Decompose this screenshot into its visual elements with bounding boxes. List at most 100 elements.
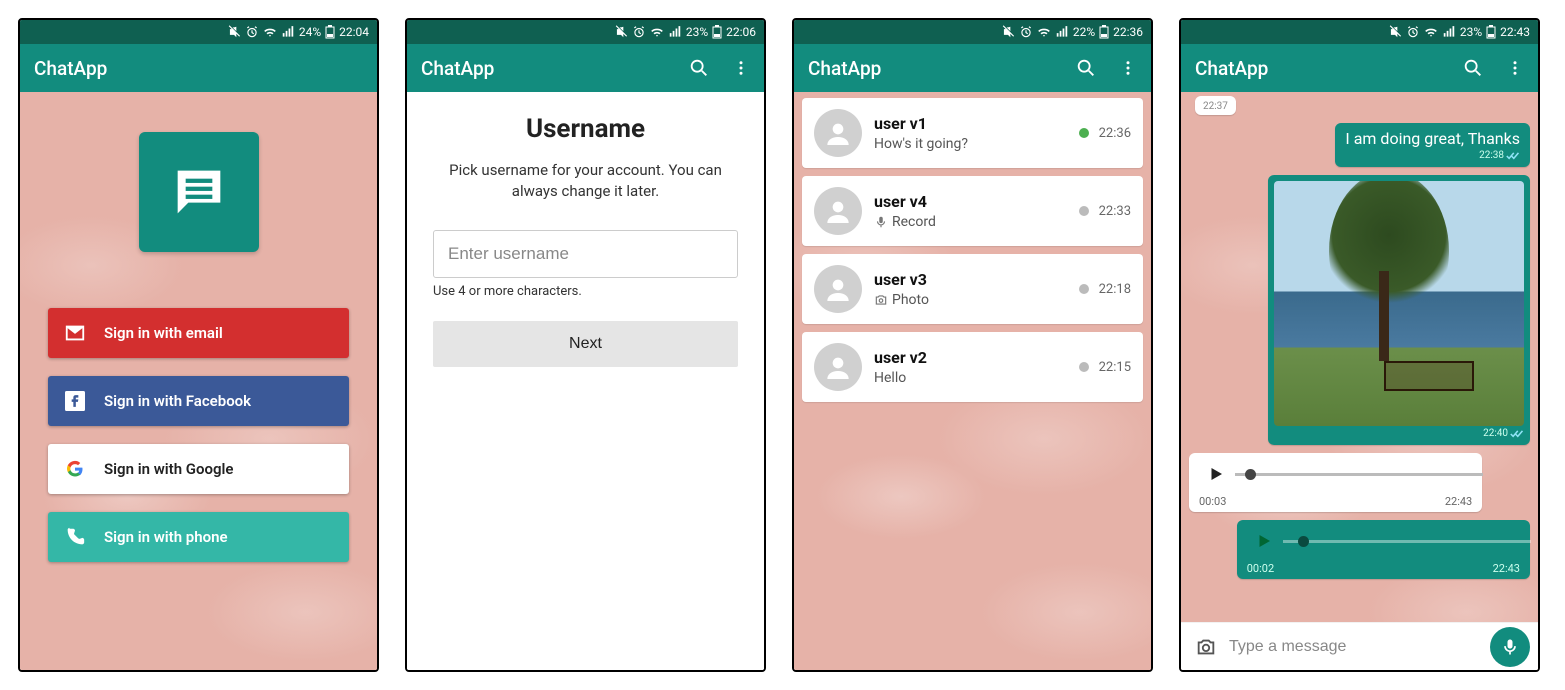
signal-icon <box>1055 25 1069 39</box>
avatar <box>814 109 862 157</box>
presence-indicator <box>1079 284 1089 294</box>
message-timestamp: 22:38 <box>1479 150 1504 161</box>
chat-time: 22:15 <box>1099 360 1131 375</box>
phone-username: 23% 22:06 ChatApp Username Pick username… <box>405 18 766 672</box>
chat-row[interactable]: user v2 Hello 22:15 <box>802 332 1143 402</box>
signin-email-label: Sign in with email <box>104 324 223 342</box>
audio-seekbar[interactable] <box>1235 473 1483 476</box>
action-bar: ChatApp <box>407 44 764 92</box>
play-icon[interactable] <box>1207 465 1225 483</box>
clock: 22:43 <box>1500 25 1530 39</box>
google-icon <box>64 458 86 480</box>
app-title: ChatApp <box>1195 57 1268 80</box>
username-input[interactable] <box>433 230 738 278</box>
phone-chatlist: 22% 22:36 ChatApp user v1 How's it going… <box>792 18 1153 672</box>
username-description: Pick username for your account. You can … <box>433 160 738 202</box>
chat-row[interactable]: user v1 How's it going?22:36 <box>802 98 1143 168</box>
chat-preview: How's it going? <box>874 136 1067 152</box>
battery-icon <box>712 25 722 39</box>
overflow-menu-icon[interactable] <box>1119 59 1137 77</box>
signin-email-button[interactable]: Sign in with email <box>48 308 349 358</box>
wifi-icon <box>263 25 277 39</box>
avatar <box>814 343 862 391</box>
battery-percent: 23% <box>686 25 708 39</box>
signin-phone-label: Sign in with phone <box>104 528 228 546</box>
image-attachment[interactable] <box>1274 181 1524 426</box>
message-timestamp-bubble: 22:37 <box>1195 96 1236 115</box>
search-icon[interactable] <box>1075 57 1097 79</box>
signal-icon <box>668 25 682 39</box>
presence-indicator <box>1079 128 1089 138</box>
signin-google-button[interactable]: Sign in with Google <box>48 444 349 494</box>
search-icon[interactable] <box>1462 57 1484 79</box>
signin-google-label: Sign in with Google <box>104 460 234 478</box>
message-out-text[interactable]: I am doing great, Thanks 22:38 <box>1335 123 1530 167</box>
presence-indicator <box>1079 362 1089 372</box>
audio-seekbar[interactable] <box>1283 540 1531 543</box>
alarm-icon <box>245 25 259 39</box>
app-title: ChatApp <box>421 57 494 80</box>
presence-indicator <box>1079 206 1089 216</box>
chat-row[interactable]: user v4 Record22:33 <box>802 176 1143 246</box>
wifi-icon <box>1037 25 1051 39</box>
mute-icon <box>614 25 628 39</box>
status-bar: 23% 22:06 <box>407 20 764 44</box>
app-logo <box>139 132 259 252</box>
audio-timestamp: 22:43 <box>1445 495 1472 508</box>
action-bar: ChatApp <box>794 44 1151 92</box>
chatlist-screen: user v1 How's it going?22:36 user v4 Reco… <box>794 92 1151 670</box>
battery-icon <box>325 25 335 39</box>
status-bar: 23% 22:43 <box>1181 20 1538 44</box>
overflow-menu-icon[interactable] <box>732 59 750 77</box>
username-hint: Use 4 or more characters. <box>433 284 738 299</box>
chat-preview: Photo <box>874 292 1067 308</box>
action-bar: ChatApp <box>20 44 377 92</box>
next-button[interactable]: Next <box>433 321 738 367</box>
alarm-icon <box>632 25 646 39</box>
avatar <box>814 187 862 235</box>
status-bar: 22% 22:36 <box>794 20 1151 44</box>
app-title: ChatApp <box>34 57 107 80</box>
message-text: I am doing great, Thanks <box>1345 129 1520 148</box>
chat-row[interactable]: user v3 Photo22:18 <box>802 254 1143 324</box>
mute-icon <box>1388 25 1402 39</box>
chat-preview: Hello <box>874 370 1067 386</box>
app-title: ChatApp <box>808 57 881 80</box>
username-title: Username <box>433 114 738 144</box>
audio-position: 00:02 <box>1247 562 1274 575</box>
read-receipt-icon <box>1510 429 1524 439</box>
camera-icon[interactable] <box>1195 636 1217 658</box>
action-bar: ChatApp <box>1181 44 1538 92</box>
avatar <box>814 265 862 313</box>
overflow-menu-icon[interactable] <box>1506 59 1524 77</box>
signin-facebook-label: Sign in with Facebook <box>104 392 251 410</box>
send-voice-button[interactable] <box>1490 627 1530 667</box>
message-list[interactable]: 22:37 I am doing great, Thanks 22:38 22:… <box>1181 92 1538 622</box>
signal-icon <box>281 25 295 39</box>
wifi-icon <box>650 25 664 39</box>
chat-name: user v4 <box>874 192 1067 211</box>
message-input[interactable] <box>1229 638 1478 656</box>
chat-name: user v2 <box>874 348 1067 367</box>
message-out-image[interactable]: 22:40 <box>1268 175 1530 445</box>
message-out-audio[interactable]: 00:02 22:43 <box>1237 520 1530 579</box>
message-in-audio[interactable]: 00:03 22:43 <box>1189 453 1482 512</box>
signin-phone-button[interactable]: Sign in with phone <box>48 512 349 562</box>
search-icon[interactable] <box>688 57 710 79</box>
signal-icon <box>1442 25 1456 39</box>
clock: 22:06 <box>726 25 756 39</box>
status-bar: 24% 22:04 <box>20 20 377 44</box>
clock: 22:36 <box>1113 25 1143 39</box>
battery-icon <box>1486 25 1496 39</box>
signin-facebook-button[interactable]: Sign in with Facebook <box>48 376 349 426</box>
message-input-bar <box>1181 622 1538 670</box>
mute-icon <box>1001 25 1015 39</box>
chat-name: user v3 <box>874 270 1067 289</box>
conversation-screen: 22:37 I am doing great, Thanks 22:38 22:… <box>1181 92 1538 670</box>
signin-screen: Sign in with email Sign in with Facebook… <box>20 92 377 670</box>
play-icon[interactable] <box>1255 532 1273 550</box>
wifi-icon <box>1424 25 1438 39</box>
chat-time: 22:33 <box>1099 204 1131 219</box>
email-icon <box>64 322 86 344</box>
mic-icon <box>874 215 888 229</box>
